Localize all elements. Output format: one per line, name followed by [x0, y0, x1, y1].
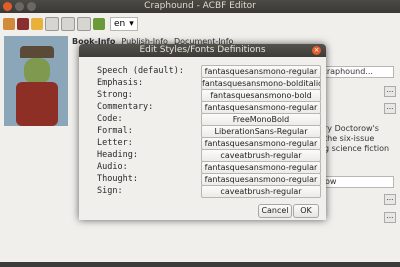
- style-label: Emphasis:: [97, 78, 144, 88]
- tools-icon[interactable]: [17, 18, 29, 30]
- document-icon[interactable]: [61, 17, 75, 31]
- style-row-audio: Audio: fantasquesansmono-regular: [97, 161, 326, 174]
- dialog-title: Edit Styles/Fonts Definitions: [139, 45, 266, 55]
- window-maximize-button[interactable]: [27, 2, 36, 11]
- more-button[interactable]: ...: [384, 103, 396, 114]
- style-row-formal: Formal: LiberationSans-Regular: [97, 125, 326, 138]
- style-row-sign: Sign: caveatbrush-regular: [97, 185, 326, 198]
- cover-image: [4, 36, 68, 126]
- dialog-titlebar: Edit Styles/Fonts Definitions ×: [79, 44, 326, 57]
- description-text: ry Doctorow's the six-issue g science fi…: [324, 124, 390, 153]
- download-icon[interactable]: [93, 18, 105, 30]
- style-label: Strong:: [97, 90, 133, 100]
- document-icon[interactable]: [45, 17, 59, 31]
- style-label: Letter:: [97, 138, 133, 148]
- style-label: Heading:: [97, 150, 138, 160]
- style-row-commentary: Commentary: fantasquesansmono-regular: [97, 101, 326, 114]
- font-picker-button[interactable]: caveatbrush-regular: [201, 185, 321, 198]
- style-row-letter: Letter: fantasquesansmono-regular: [97, 137, 326, 150]
- window-titlebar: Craphound - ACBF Editor: [0, 0, 400, 13]
- window-close-button[interactable]: [3, 2, 12, 11]
- document-icon[interactable]: [77, 17, 91, 31]
- ok-button[interactable]: OK: [293, 204, 319, 218]
- style-label: Commentary:: [97, 102, 154, 112]
- window-controls: [3, 2, 36, 11]
- style-row-thought: Thought: fantasquesansmono-regular: [97, 173, 326, 186]
- language-select[interactable]: en ▾: [110, 17, 138, 31]
- window-title: Craphound - ACBF Editor: [144, 1, 256, 11]
- text-field[interactable]: ow: [322, 176, 394, 188]
- style-label: Thought:: [97, 174, 138, 184]
- star-icon[interactable]: [31, 18, 43, 30]
- style-row-code: Code: FreeMonoBold: [97, 113, 326, 126]
- style-row-speech: Speech (default): fantasquesansmono-regu…: [97, 65, 326, 78]
- open-folder-icon[interactable]: [3, 18, 15, 30]
- style-label: Speech (default):: [97, 66, 184, 76]
- style-row-heading: Heading: caveatbrush-regular: [97, 149, 326, 162]
- language-value: en: [114, 19, 126, 29]
- style-row-strong: Strong: fantasquesansmono-bold: [97, 89, 326, 102]
- edit-styles-dialog: Edit Styles/Fonts Definitions × Speech (…: [79, 44, 326, 220]
- style-row-emphasis: Emphasis: fantasquesansmono-bolditalic: [97, 77, 326, 90]
- more-button[interactable]: ...: [384, 212, 396, 223]
- cancel-button[interactable]: Cancel: [258, 204, 292, 218]
- more-button[interactable]: ...: [384, 194, 396, 205]
- window-minimize-button[interactable]: [15, 2, 24, 11]
- close-icon[interactable]: ×: [312, 46, 321, 55]
- chevron-down-icon: ▾: [129, 19, 134, 29]
- style-label: Formal:: [97, 126, 133, 136]
- more-button[interactable]: ...: [384, 86, 396, 97]
- style-label: Sign:: [97, 186, 123, 196]
- style-label: Audio:: [97, 162, 128, 172]
- style-label: Code:: [97, 114, 123, 124]
- toolbar: en ▾: [3, 17, 138, 31]
